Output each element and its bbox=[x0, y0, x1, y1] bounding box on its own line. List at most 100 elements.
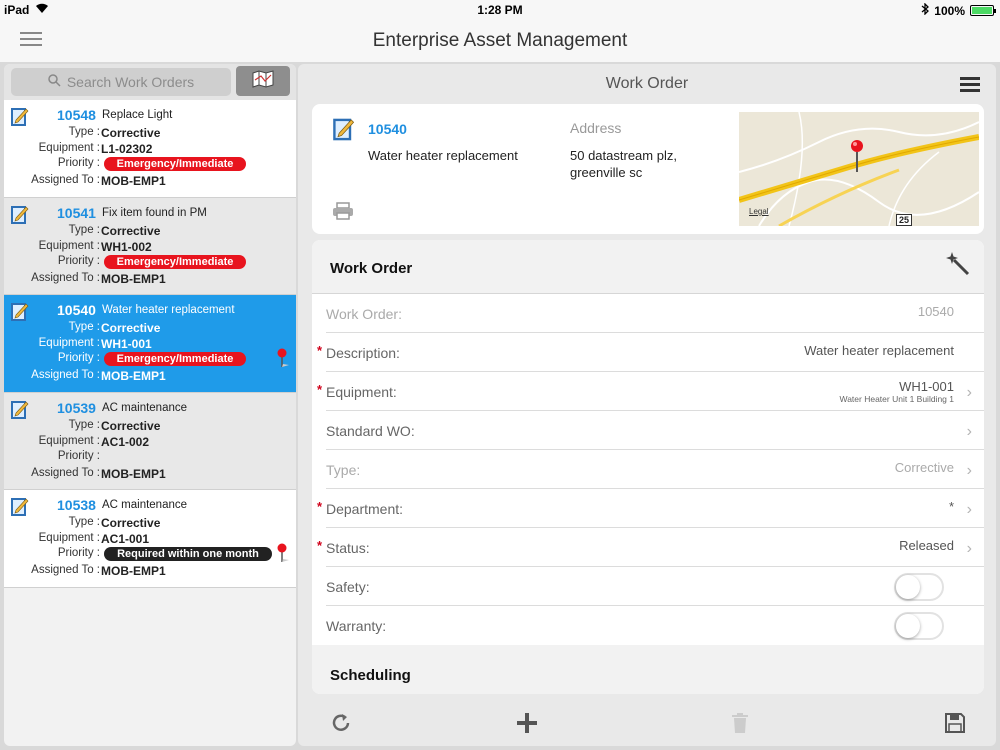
type-value: Corrective bbox=[101, 321, 161, 335]
chevron-right-icon: › bbox=[966, 462, 972, 479]
work-order-number: 10540 bbox=[57, 302, 96, 318]
work-order-summary-card: 10540 Water heater replacement Address 5… bbox=[312, 104, 984, 234]
location-map[interactable]: Legal 25 bbox=[739, 112, 979, 226]
equipment-label: Equipment : bbox=[38, 142, 100, 154]
add-icon[interactable] bbox=[516, 712, 538, 739]
nav-bar: Enterprise Asset Management bbox=[0, 20, 1000, 62]
status-field-value: Released bbox=[899, 538, 954, 553]
assigned-label: Assigned To : bbox=[31, 174, 100, 186]
list-item[interactable]: 10539 AC maintenance Type : Corrective E… bbox=[4, 392, 296, 490]
address-line2: greenville sc bbox=[570, 165, 643, 180]
battery-icon bbox=[970, 5, 996, 16]
list-item[interactable]: 10538 AC maintenance Type : Corrective E… bbox=[4, 490, 296, 588]
assigned-value: MOB-EMP1 bbox=[101, 369, 166, 383]
required-marker: * bbox=[317, 538, 323, 553]
type-field[interactable]: Type: Corrective › bbox=[326, 450, 984, 489]
map-view-button[interactable] bbox=[236, 66, 290, 96]
standard-wo-field[interactable]: Standard WO: › bbox=[326, 411, 984, 450]
chevron-right-icon: › bbox=[966, 384, 972, 401]
required-marker: * bbox=[317, 382, 323, 397]
map-legal-link[interactable]: Legal bbox=[749, 207, 769, 216]
summary-description: Water heater replacement bbox=[368, 148, 518, 163]
map-pin-icon bbox=[276, 543, 290, 563]
equipment-field[interactable]: * Equipment: WH1-001 Water Heater Unit 1… bbox=[317, 372, 984, 411]
description-field-value: Water heater replacement bbox=[804, 343, 954, 358]
scheduling-section-header[interactable]: Scheduling bbox=[312, 645, 984, 694]
priority-badge: Emergency/Immediate bbox=[104, 157, 246, 171]
equipment-value: WH1-002 bbox=[101, 239, 152, 254]
work-order-field-value: 10540 bbox=[917, 304, 954, 319]
department-field-value: * bbox=[948, 499, 954, 514]
detail-header: Work Order bbox=[298, 64, 996, 102]
warranty-field: Warranty: bbox=[326, 606, 984, 645]
work-order-title: AC maintenance bbox=[102, 401, 188, 414]
assigned-label: Assigned To : bbox=[31, 564, 100, 576]
work-order-field-label: Work Order: bbox=[326, 306, 402, 322]
address-label: Address bbox=[570, 120, 622, 136]
chevron-right-icon: › bbox=[966, 540, 972, 557]
warranty-toggle[interactable] bbox=[894, 612, 944, 640]
trash-icon[interactable] bbox=[730, 712, 750, 739]
type-label: Type : bbox=[68, 223, 100, 236]
assigned-label: Assigned To : bbox=[31, 271, 100, 284]
scheduling-title: Scheduling bbox=[330, 667, 411, 684]
search-row: Search Work Orders bbox=[4, 64, 296, 100]
list-item[interactable]: 10548 Replace Light Type : Corrective Eq… bbox=[4, 100, 296, 198]
assigned-value: MOB-EMP1 bbox=[101, 564, 166, 578]
work-order-form: Work Order Work Order: 10540 * Descripti… bbox=[312, 240, 984, 694]
safety-field-label: Safety: bbox=[326, 579, 370, 595]
assigned-label: Assigned To : bbox=[31, 369, 100, 381]
bottom-toolbar bbox=[298, 704, 996, 746]
battery-percent: 100% bbox=[934, 3, 965, 18]
work-order-detail-panel: Work Order 10540 Water heater replacemen… bbox=[298, 64, 996, 746]
work-order-list: 10548 Replace Light Type : Corrective Eq… bbox=[4, 100, 296, 588]
type-value: Corrective bbox=[101, 418, 161, 433]
work-order-field: Work Order: 10540 bbox=[326, 294, 984, 333]
list-menu-icon[interactable] bbox=[960, 77, 980, 93]
equipment-label: Equipment : bbox=[38, 239, 100, 252]
work-order-number: 10539 bbox=[57, 399, 96, 416]
address-value: 50 datastream plz, greenville sc bbox=[570, 147, 677, 181]
priority-badge: Emergency/Immediate bbox=[104, 352, 246, 366]
priority-badge: Emergency/Immediate bbox=[104, 254, 246, 269]
required-marker: * bbox=[317, 499, 323, 514]
search-placeholder: Search Work Orders bbox=[66, 74, 195, 90]
assigned-value: MOB-EMP1 bbox=[101, 271, 166, 286]
work-order-title: Fix item found in PM bbox=[102, 206, 207, 219]
equipment-field-subtitle: Water Heater Unit 1 Building 1 bbox=[839, 394, 955, 404]
warranty-field-label: Warranty: bbox=[326, 618, 387, 634]
standard-wo-field-label: Standard WO: bbox=[326, 423, 415, 439]
type-value: Corrective bbox=[101, 223, 161, 238]
list-item[interactable]: 10541 Fix item found in PM Type : Correc… bbox=[4, 197, 296, 295]
department-field-label: Department: bbox=[326, 501, 404, 517]
equipment-field-value: WH1-001 bbox=[899, 379, 954, 394]
printer-icon[interactable] bbox=[332, 202, 354, 225]
refresh-icon[interactable] bbox=[330, 712, 352, 739]
type-value: Corrective bbox=[101, 516, 161, 530]
magic-wand-icon[interactable] bbox=[944, 250, 970, 281]
map-icon bbox=[251, 69, 275, 93]
safety-field: Safety: bbox=[326, 567, 984, 606]
equipment-label: Equipment : bbox=[38, 532, 100, 544]
work-order-title: Replace Light bbox=[102, 109, 173, 121]
status-field[interactable]: * Status: Released › bbox=[317, 528, 984, 567]
required-marker: * bbox=[317, 343, 323, 358]
work-order-doc-icon bbox=[332, 116, 356, 148]
equipment-value: AC1-002 bbox=[101, 434, 150, 449]
status-field-label: Status: bbox=[326, 540, 370, 556]
department-field[interactable]: * Department: * › bbox=[317, 489, 984, 528]
list-item-selected[interactable]: 10540 Water heater replacement Type : Co… bbox=[4, 295, 296, 393]
equipment-value: AC1-001 bbox=[101, 532, 150, 546]
assigned-label: Assigned To : bbox=[31, 466, 100, 479]
save-icon[interactable] bbox=[944, 712, 966, 739]
safety-toggle[interactable] bbox=[894, 573, 944, 601]
app-title: Enterprise Asset Management bbox=[372, 30, 628, 51]
description-field[interactable]: * Description: Water heater replacement bbox=[317, 333, 984, 372]
type-label: Type : bbox=[68, 321, 100, 333]
equipment-value: WH1-001 bbox=[101, 337, 152, 351]
search-input[interactable]: Search Work Orders bbox=[11, 68, 231, 96]
equipment-label: Equipment : bbox=[38, 434, 100, 447]
type-label: Type : bbox=[68, 418, 100, 431]
chevron-right-icon: › bbox=[966, 501, 972, 518]
assigned-value: MOB-EMP1 bbox=[101, 466, 166, 481]
